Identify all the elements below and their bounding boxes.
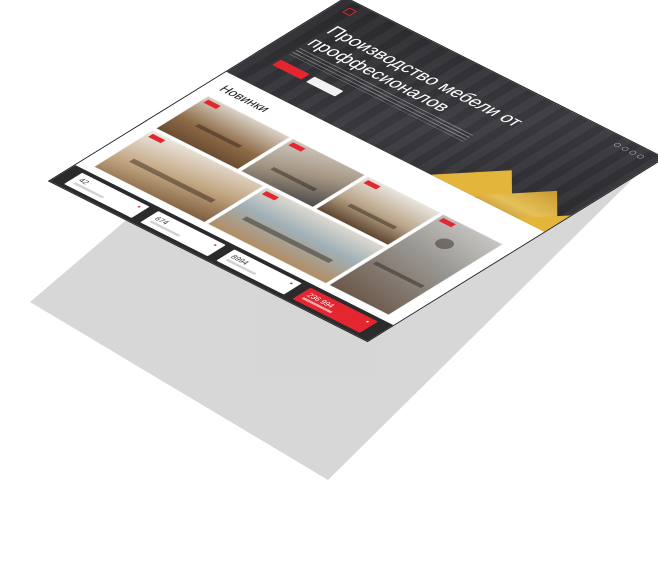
stat-label (73, 182, 105, 199)
table-image (195, 123, 243, 149)
product-badge (148, 133, 166, 144)
table-image (372, 261, 425, 289)
stat-dot (213, 243, 218, 247)
stat-dot (137, 205, 141, 208)
mockup-stage: Производство мебели от проффесионалов Но… (0, 0, 658, 565)
product-badge (261, 191, 280, 201)
product-badge (203, 99, 221, 109)
product-badge (438, 217, 456, 228)
product-badge (363, 180, 381, 190)
lamp-image (431, 236, 458, 252)
table-image (347, 203, 398, 230)
hero-banner: Производство мебели от проффесионалов (226, 0, 658, 232)
table-image (270, 167, 318, 192)
table-image (129, 158, 216, 203)
product-badge (288, 142, 306, 152)
stat-dot (365, 320, 370, 323)
stat-dot (289, 282, 294, 285)
